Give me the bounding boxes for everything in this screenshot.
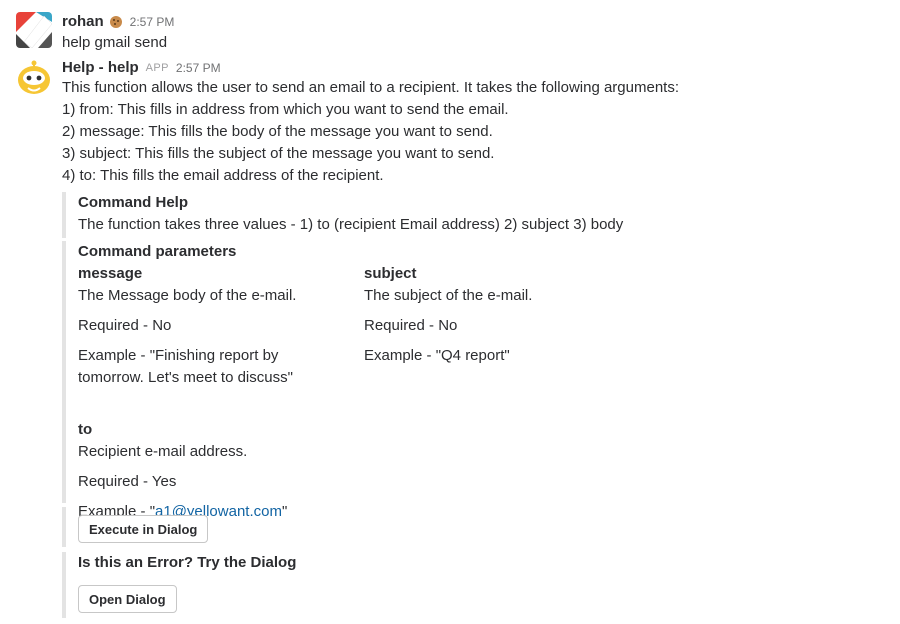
message-line: 1) from: This fills in address from whic… (62, 101, 509, 118)
param-required: Required - Yes (78, 473, 177, 490)
message-text: help gmail send (62, 34, 168, 51)
param-subject: subject The subject of the e-mail. Requi… (364, 263, 634, 367)
param-example: Example - "Finishing report by (78, 347, 279, 364)
message-rohan: rohan 2:57 PM help gmail send (16, 12, 900, 52)
attachment-error-dialog: Is this an Error? Try the Dialog Open Di… (62, 552, 296, 618)
user-avatar[interactable] (16, 12, 52, 48)
param-description: The Message body of the e-mail. (78, 287, 297, 304)
example-suffix: " (281, 503, 288, 520)
message-header: Help - help APP 2:57 PM (62, 58, 900, 77)
app-badge: APP (145, 61, 169, 74)
message-help-bot: Help - help APP 2:57 PM This function al… (16, 58, 900, 188)
param-name: to (78, 421, 93, 438)
message-timestamp[interactable]: 2:57 PM (176, 61, 221, 75)
message-content: rohan 2:57 PM help gmail send (62, 12, 900, 54)
open-dialog-button[interactable]: Open Dialog (78, 585, 177, 613)
message-content: Help - help APP 2:57 PM This function al… (62, 58, 900, 187)
message-line: 3) subject: This fills the subject of th… (62, 145, 495, 162)
param-example: Example - "Q4 report" (364, 347, 510, 364)
yellowant-bot-icon (18, 60, 50, 94)
execute-in-dialog-button[interactable]: Execute in Dialog (78, 515, 209, 543)
sender-name[interactable]: rohan (62, 13, 104, 30)
attachment-execute: Execute in Dialog (62, 507, 209, 547)
param-description: Recipient e-mail address. (78, 443, 248, 460)
attachment-command-parameters: Command parameters message The Message b… (62, 241, 638, 520)
sender-name[interactable]: Help - help (62, 59, 139, 76)
param-name: message (78, 265, 143, 282)
bot-avatar[interactable] (16, 60, 52, 96)
attachment-command-help: Command Help The function takes three va… (62, 192, 623, 238)
param-example-cont: tomorrow. Let's meet to discuss" (78, 369, 293, 386)
param-description: The subject of the e-mail. (364, 287, 533, 304)
param-required: Required - No (78, 317, 172, 334)
rohan-avatar-icon (16, 12, 52, 48)
param-name: subject (364, 265, 417, 282)
message-line: 4) to: This fills the email address of t… (62, 167, 384, 184)
attachment-title: Command parameters (78, 243, 237, 260)
message-header: rohan 2:57 PM (62, 12, 900, 31)
attachment-title: Is this an Error? Try the Dialog (78, 554, 297, 571)
message-line: 2) message: This fills the body of the m… (62, 123, 493, 140)
message-line: This function allows the user to send an… (62, 79, 679, 96)
cookie-emoji-icon (109, 15, 123, 29)
message-timestamp[interactable]: 2:57 PM (130, 15, 175, 29)
attachment-text: The function takes three values - 1) to … (78, 216, 624, 233)
param-required: Required - No (364, 317, 458, 334)
param-message: message The Message body of the e-mail. … (78, 263, 348, 389)
attachment-title: Command Help (78, 194, 189, 211)
